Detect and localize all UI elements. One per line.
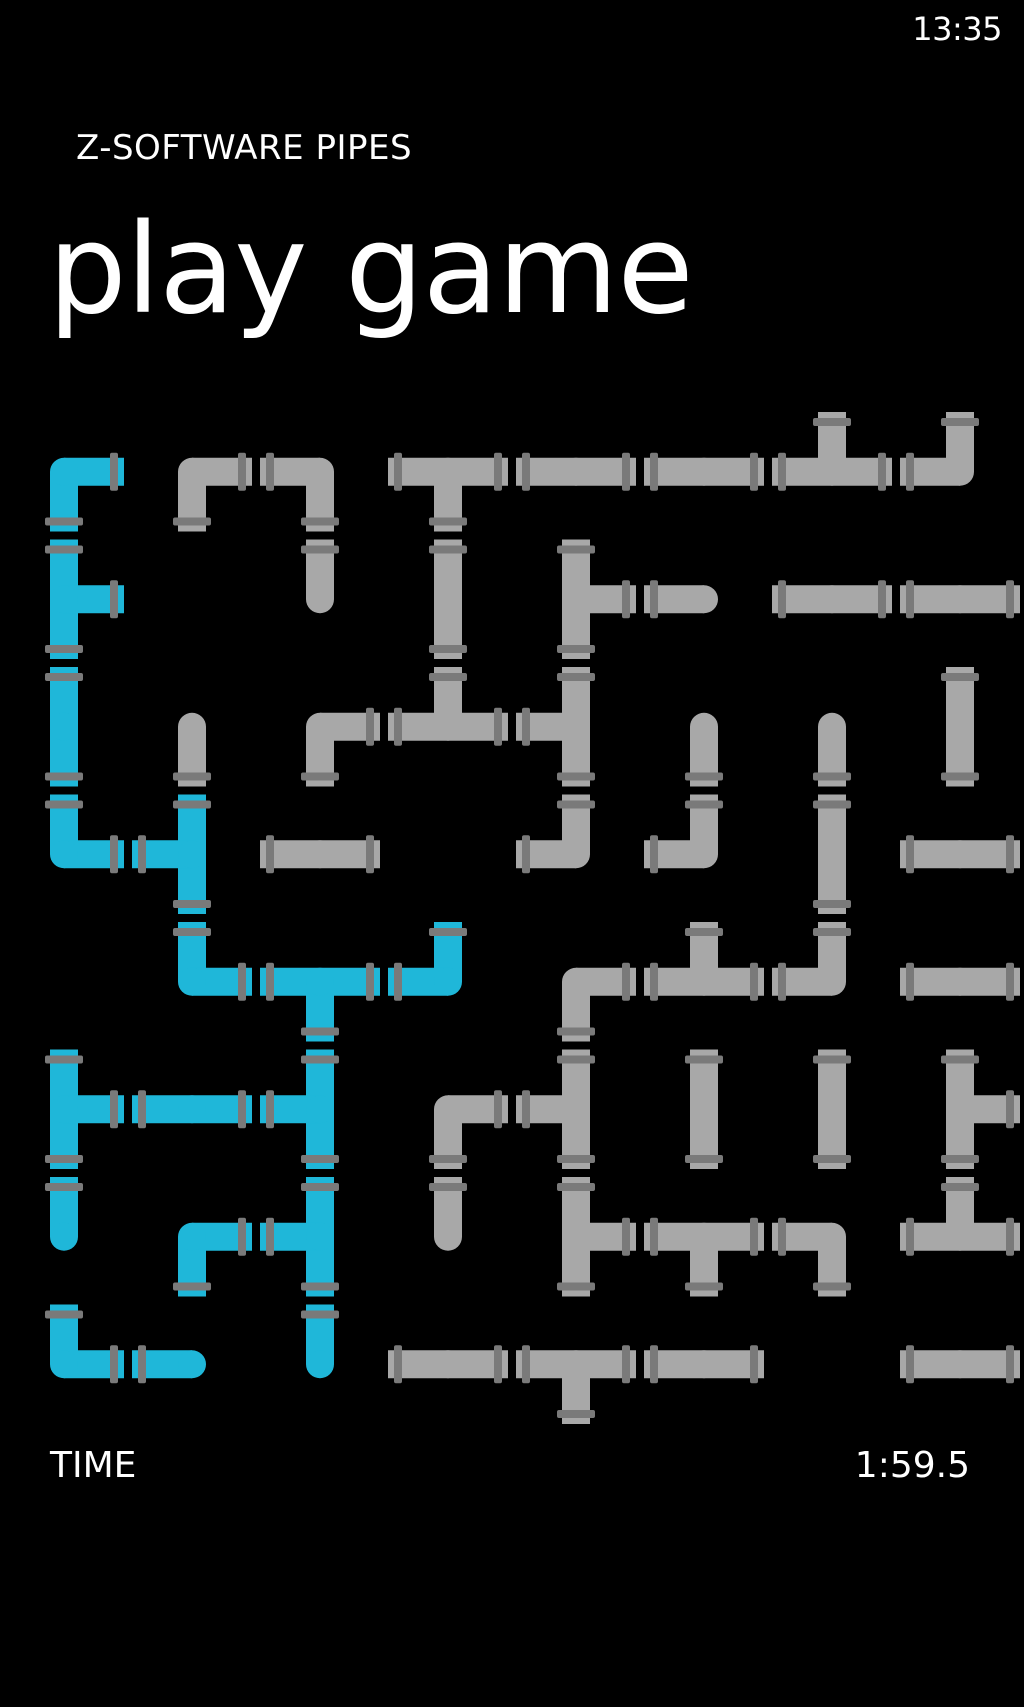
pipe-tile-r7-c5[interactable] [640, 1301, 768, 1429]
page-title: play game [48, 198, 694, 342]
pipe-tile-r4-c3[interactable] [384, 918, 512, 1046]
pipe-tile-r3-c6[interactable] [768, 791, 896, 919]
pipe-tile-r6-c4[interactable] [512, 1173, 640, 1301]
pipe-tile-r5-c3[interactable] [384, 1046, 512, 1174]
pipe-tile-r6-c0[interactable] [0, 1173, 128, 1301]
time-value: 1:59.5 [854, 1445, 970, 1486]
pipe-tile-r7-c4[interactable] [512, 1301, 640, 1429]
pipe-tile-r3-c4[interactable] [512, 791, 640, 919]
pipe-tile-r5-c4[interactable] [512, 1046, 640, 1174]
pipe-tile-r7-c7[interactable] [896, 1301, 1024, 1429]
pipe-tile-r0-c0[interactable] [0, 408, 128, 536]
pipe-tile-r6-c3[interactable] [384, 1173, 512, 1301]
pipe-tile-r1-c5[interactable] [640, 536, 768, 664]
pipe-tile-r0-c7[interactable] [896, 408, 1024, 536]
app-title: Z-SOFTWARE PIPES [76, 128, 413, 168]
pipe-tile-r7-c3[interactable] [384, 1301, 512, 1429]
pipe-tile-r6-c6[interactable] [768, 1173, 896, 1301]
pipe-tile-r1-c4[interactable] [512, 536, 640, 664]
pipe-tile-r5-c5[interactable] [640, 1046, 768, 1174]
pipe-tile-r4-c1[interactable] [128, 918, 256, 1046]
pipe-tile-r7-c0[interactable] [0, 1301, 128, 1429]
pipe-tile-r5-c7[interactable] [896, 1046, 1024, 1174]
pipe-tile-r3-c7[interactable] [896, 791, 1024, 919]
pipe-tile-r3-c5[interactable] [640, 791, 768, 919]
pipe-tile-r0-c6[interactable] [768, 408, 896, 536]
pipe-tile-r2-c7[interactable] [896, 663, 1024, 791]
pipe-tile-r4-c5[interactable] [640, 918, 768, 1046]
pipe-tile-r2-c6[interactable] [768, 663, 896, 791]
pipe-tile-r1-c2[interactable] [256, 536, 384, 664]
pipe-tile-r0-c1[interactable] [128, 408, 256, 536]
pipe-tile-r4-c4[interactable] [512, 918, 640, 1046]
pipe-tile-r4-c7[interactable] [896, 918, 1024, 1046]
pipe-tile-r3-c3[interactable] [384, 791, 512, 919]
pipe-tile-r3-c1[interactable] [128, 791, 256, 919]
pipe-tile-r6-c5[interactable] [640, 1173, 768, 1301]
pipe-tile-r2-c5[interactable] [640, 663, 768, 791]
pipe-tile-r2-c4[interactable] [512, 663, 640, 791]
pipe-tile-r2-c2[interactable] [256, 663, 384, 791]
pipe-tile-r4-c6[interactable] [768, 918, 896, 1046]
status-bar-time: 13:35 [912, 10, 1002, 48]
pipe-tile-r5-c2[interactable] [256, 1046, 384, 1174]
pipe-tile-r5-c6[interactable] [768, 1046, 896, 1174]
pipe-tile-r2-c3[interactable] [384, 663, 512, 791]
pipe-tile-r1-c0[interactable] [0, 536, 128, 664]
pipe-tile-r1-c3[interactable] [384, 536, 512, 664]
pipe-tile-r7-c2[interactable] [256, 1301, 384, 1429]
pipe-tile-r6-c2[interactable] [256, 1173, 384, 1301]
pipe-tile-r4-c0[interactable] [0, 918, 128, 1046]
pipe-tile-r3-c0[interactable] [0, 791, 128, 919]
pipe-tile-r1-c6[interactable] [768, 536, 896, 664]
pipe-tile-r1-c7[interactable] [896, 536, 1024, 664]
pipe-tile-r0-c4[interactable] [512, 408, 640, 536]
pipe-tile-r2-c0[interactable] [0, 663, 128, 791]
pipe-tile-r0-c5[interactable] [640, 408, 768, 536]
pipe-board [0, 408, 1024, 1429]
pipe-tile-r6-c7[interactable] [896, 1173, 1024, 1301]
time-label: TIME [50, 1445, 137, 1486]
pipe-tile-r6-c1[interactable] [128, 1173, 256, 1301]
pipe-tile-r4-c2[interactable] [256, 918, 384, 1046]
pipe-tile-r7-c6[interactable] [768, 1301, 896, 1429]
pipe-tile-r7-c1[interactable] [128, 1301, 256, 1429]
pipe-tile-r3-c2[interactable] [256, 791, 384, 919]
pipe-tile-r5-c0[interactable] [0, 1046, 128, 1174]
pipe-tile-r5-c1[interactable] [128, 1046, 256, 1174]
pipe-tile-r0-c2[interactable] [256, 408, 384, 536]
pipe-tile-r2-c1[interactable] [128, 663, 256, 791]
pipe-tile-r0-c3[interactable] [384, 408, 512, 536]
pipe-tile-r1-c1[interactable] [128, 536, 256, 664]
